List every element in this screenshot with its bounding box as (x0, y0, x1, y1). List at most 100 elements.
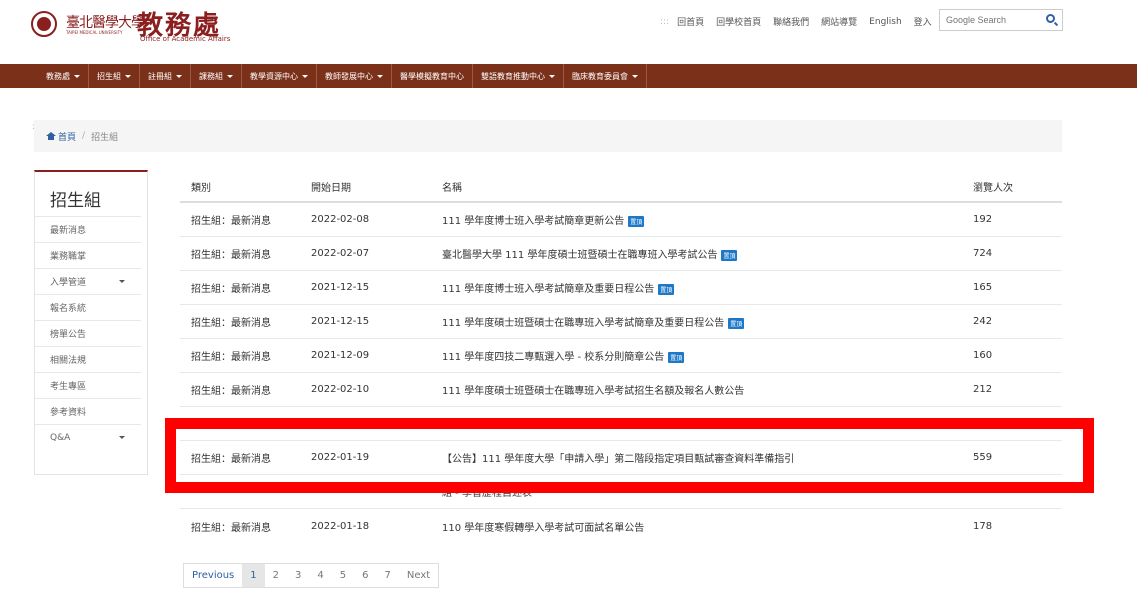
column-header-title[interactable]: 名稱 (442, 179, 973, 194)
university-seal-icon[interactable] (31, 11, 57, 37)
cell-views: 212 (973, 384, 993, 395)
sidebar-item-duties[interactable]: 業務職掌 (35, 242, 141, 268)
cell-title[interactable]: 111 學年度碩士班暨碩士在職專班入學考試招生名額及報名人數公告 (442, 382, 973, 397)
top-link-sitemap[interactable]: 網站導覽 (821, 15, 857, 28)
nav-item-faculty-development[interactable]: 教師發展中心 (317, 64, 392, 88)
cell-views: 165 (973, 282, 993, 293)
cell-category: 招生組：最新消息 (191, 454, 271, 465)
table-row[interactable]: 招生組：最新消息 2022-02-10 111 學年度碩士班暨碩士在職專班入學考… (180, 373, 1062, 407)
pagination-page-5[interactable]: 5 (332, 564, 354, 587)
cell-date: 2022-01-18 (311, 520, 370, 532)
caret-down-icon (549, 74, 555, 78)
pinned-badge: 置頂 (721, 249, 738, 261)
cell-date: 2022-02-08 (311, 214, 370, 225)
pagination-page-7[interactable]: 7 (377, 564, 399, 587)
main-nav: 教務處 招生組 註冊組 課務組 教學資源中心 教師發展中心 醫學模擬教育中心 雙… (0, 64, 1137, 88)
office-english-name: Office of Academic Affairs (140, 35, 231, 43)
nav-item-clinical-committee[interactable]: 臨床教育委員會 (564, 64, 647, 88)
sidebar-item-references[interactable]: 參考資料 (35, 398, 141, 424)
caret-down-icon (125, 74, 131, 78)
top-link-contact[interactable]: 聯絡我們 (773, 15, 809, 28)
cell-category: 招生組：最新消息 (191, 386, 271, 397)
top-link-home[interactable]: 回首頁 (677, 15, 704, 28)
pagination-next[interactable]: Next (399, 564, 438, 587)
news-table: 類別 開始日期 名稱 瀏覽人次 招生組：最新消息 2022-02-08 111 … (180, 172, 1062, 543)
nav-item-curriculum[interactable]: 課務組 (191, 64, 242, 88)
table-row[interactable]: 招生組：最新消息 2022-01-18 110 學年度寒假轉學入學考試可面試名單… (180, 509, 1062, 543)
pagination-previous[interactable]: Previous (184, 564, 242, 587)
sidebar-item-applicants[interactable]: 考生專區 (35, 372, 141, 398)
cell-title[interactable]: 組 - 學習歷程自述表 (442, 484, 973, 499)
pagination-page-4[interactable]: 4 (309, 564, 331, 587)
column-header-category[interactable]: 類別 (180, 179, 311, 194)
pagination-page-6[interactable]: 6 (354, 564, 376, 587)
table-row[interactable]: 招生組：最新消息 2021-12-15 111 學年度碩士班暨碩士在職專班入學考… (180, 305, 1062, 339)
sidebar-item-news[interactable]: 最新消息 (35, 216, 141, 242)
table-row[interactable]: 招生組：最新消息 2021-12-09 111 學年度四技二專甄選入學 - 校系… (180, 339, 1062, 373)
sidebar-item-qa[interactable]: Q&A (35, 424, 141, 450)
nav-item-academic-affairs[interactable]: 教務處 (38, 64, 89, 88)
pagination-page-3[interactable]: 3 (287, 564, 309, 587)
sidebar: 招生組 最新消息 業務職掌 入學管道 報名系統 榜單公告 相關法規 考生專區 參… (34, 170, 148, 475)
breadcrumb-home[interactable]: 首頁 (46, 130, 76, 143)
sidebar-item-admission-channels[interactable]: 入學管道 (35, 268, 141, 294)
pagination-page-1[interactable]: 1 (242, 564, 265, 587)
cell-date: 2022-01-19 (311, 452, 370, 463)
cell-views: 724 (973, 248, 993, 259)
cell-date: 2021-12-15 (311, 316, 370, 327)
nav-item-registration[interactable]: 註冊組 (140, 64, 191, 88)
table-row[interactable]: 招生組：最新消息 2022-02-08 111 學年度博士班入學考試簡章更新公告… (180, 203, 1062, 237)
cell-title[interactable]: 111 學年度四技二專甄選入學 - 校系分則簡章公告 置頂 (442, 348, 973, 363)
cell-category: 招生組：最新消息 (191, 352, 271, 363)
breadcrumb-separator: / (82, 131, 86, 141)
cell-title[interactable]: 110 學年度寒假轉學入學考試筆試試場座位表公告 (442, 416, 973, 431)
top-link-login[interactable]: 登入 (914, 15, 932, 28)
caret-down-icon (377, 74, 383, 78)
breadcrumb-current: 招生組 (91, 132, 119, 143)
cell-category: 招生組：最新消息 (191, 522, 271, 534)
cell-title[interactable]: 臺北醫學大學 111 學年度碩士班暨碩士在職專班入學考試公告 置頂 (442, 246, 973, 261)
pagination: Previous 1 2 3 4 5 6 7 Next (183, 563, 440, 588)
university-name[interactable]: 臺北醫學大學 (66, 12, 145, 32)
search-icon[interactable] (1046, 14, 1055, 23)
nav-item-admissions[interactable]: 招生組 (89, 64, 140, 88)
cell-category: 招生組：最新消息 (191, 318, 271, 329)
cell-title[interactable]: 111 學年度博士班入學考試簡章更新公告 置頂 (442, 212, 973, 227)
cell-title[interactable]: 【公告】111 學年度大學「申請入學」第二階段指定項目甄試審查資料準備指引 (442, 450, 973, 465)
top-link-english[interactable]: English (869, 17, 902, 27)
cell-title[interactable]: 111 學年度博士班入學考試簡章及重要日程公告 置頂 (442, 280, 973, 295)
top-links: ::: 回首頁 回學校首頁 聯絡我們 網站導覽 English 登入 (660, 15, 932, 29)
table-row[interactable]: 招生組：最新消息 2022-01-22 110 學年度寒假轉學入學考試筆試試場座… (180, 407, 1062, 441)
cell-views: 160 (973, 350, 993, 361)
grid-icon: ::: (660, 16, 670, 27)
table-row[interactable]: 招生組：最新消息 2022-02-07 臺北醫學大學 111 學年度碩士班暨碩士… (180, 237, 1062, 271)
search-input[interactable] (940, 15, 1040, 25)
nav-item-teaching-resources[interactable]: 教學資源中心 (242, 64, 317, 88)
cell-title[interactable]: 111 學年度碩士班暨碩士在職專班入學考試簡章及重要日程公告 置頂 (442, 314, 973, 329)
cell-views: 169 (973, 418, 993, 429)
column-header-views[interactable]: 瀏覽人次 (973, 179, 1062, 194)
caret-down-icon (119, 436, 125, 439)
column-header-date[interactable]: 開始日期 (311, 179, 442, 194)
sidebar-item-regulations[interactable]: 相關法規 (35, 346, 141, 372)
caret-down-icon (74, 74, 80, 78)
cell-category: 招生組：最新消息 (191, 284, 271, 295)
table-row[interactable]: 招生組：最新消息 2021-12-15 111 學年度博士班入學考試簡章及重要日… (180, 271, 1062, 305)
top-link-school-home[interactable]: 回學校首頁 (716, 15, 761, 28)
table-row[interactable]: 招生組：最新消息 2022-01-19 【公告】111 學年度大學「申請入學」第… (180, 441, 1062, 475)
pagination-page-2[interactable]: 2 (265, 564, 287, 587)
cell-date: 2022-02-10 (311, 384, 370, 395)
cell-title[interactable]: 110 學年度寒假轉學入學考試可面試名單公告 (442, 519, 973, 534)
sidebar-title: 招生組 (50, 191, 101, 211)
cell-views: 178 (973, 520, 993, 532)
sidebar-item-registration-system[interactable]: 報名系統 (35, 294, 141, 320)
pinned-badge: 置頂 (728, 317, 745, 329)
sidebar-item-results[interactable]: 榜單公告 (35, 320, 141, 346)
breadcrumb: 首頁 / 招生組 (34, 120, 1062, 152)
cell-views: 559 (973, 452, 993, 463)
nav-item-simulation-center[interactable]: 醫學模擬教育中心 (392, 64, 473, 88)
search-box (939, 9, 1063, 31)
nav-item-bilingual-center[interactable]: 雙語教育推動中心 (473, 64, 564, 88)
table-row-continuation[interactable]: 組 - 學習歷程自述表 (180, 475, 1062, 509)
cell-category: 招生組：最新消息 (191, 420, 271, 431)
